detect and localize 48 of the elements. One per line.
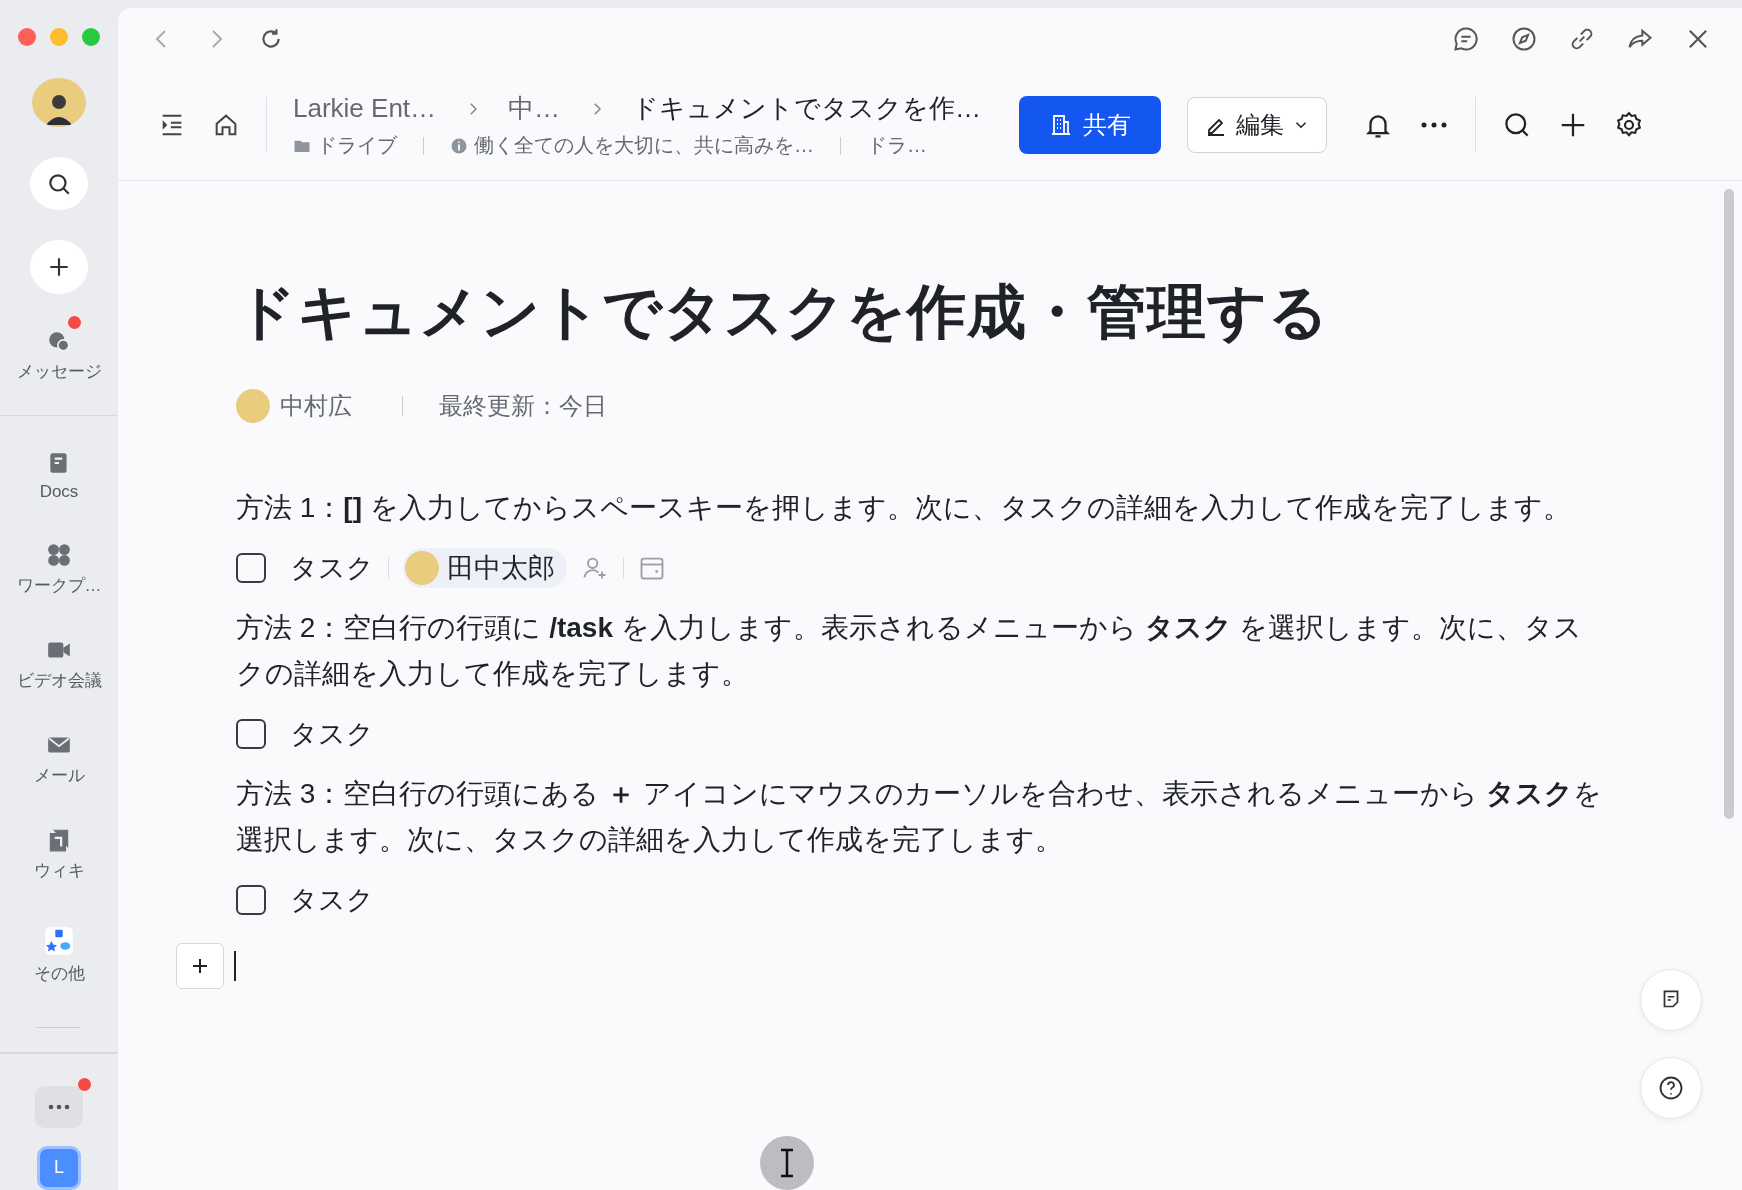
add-button[interactable] [30,240,88,294]
document-title: ドキュメントでタスクを作成・管理する [236,278,1330,347]
app-tile[interactable]: L [37,1146,81,1190]
location-link[interactable]: 働く全ての人を大切に、共に高みを… [474,132,814,159]
sidebar-item[interactable]: ウィキ [7,809,111,889]
more-button[interactable] [35,1086,83,1128]
close-window-icon[interactable] [18,28,36,46]
author-name[interactable]: 中村広 [280,390,352,422]
compass-icon[interactable] [1510,25,1538,53]
breadcrumb-link[interactable]: ドキュメントでタスクを作… [632,91,982,126]
sidebar-item[interactable]: メッセージ [7,309,111,389]
info-icon [450,136,468,155]
paragraph: 方法 3：空白行の行頭にある ＋ アイコンにマウスのカーソルを合わせ、表示されるメニューから タスクを選択します。次に、タスクの詳細を入力して作成を完了します。 [236,777,1603,857]
building-icon [1049,113,1073,137]
add-block-button[interactable] [176,943,224,989]
task-label: タスク [290,884,374,917]
sidebar-item[interactable]: ワークプ… [7,524,111,604]
task-checkbox[interactable] [236,719,266,749]
apps-icon [44,926,74,957]
avatar[interactable] [32,78,86,128]
text-cursor-icon [760,1136,814,1190]
task-checkbox[interactable] [236,553,266,583]
scrollbar[interactable] [1724,189,1734,819]
share-button[interactable]: 共有 [1019,96,1161,154]
assignee-chip[interactable]: 田中太郎 [403,548,567,588]
search-button[interactable] [30,157,88,211]
sidebar-item[interactable]: メール [7,714,111,794]
sidebar-item[interactable]: その他 [7,908,111,992]
breadcrumb-link[interactable]: 中… [508,91,561,126]
edit-mode-dropdown[interactable]: 編集 [1187,97,1327,153]
sidebar-item[interactable]: Docs [7,432,111,509]
task-checkbox[interactable] [236,885,266,915]
paragraph: 方法 1：[] を入力してからスペースキーを押します。次に、タスクの詳細を入力して作成を完了します。 [236,491,1572,525]
text-cursor [234,951,236,981]
sidebar-item[interactable]: ビデオ会議 [7,619,111,699]
task-label: タスク [290,718,374,751]
location-link[interactable]: ドラ… [867,132,927,159]
avatar [236,389,270,423]
breadcrumb-link[interactable]: Larkie Ent… [293,93,437,124]
location-link[interactable]: ドライブ [317,132,397,159]
comment-icon[interactable] [1452,25,1480,53]
more-icon[interactable] [1419,120,1449,130]
paragraph: 方法 2：空白行の行頭に /task を入力します。表示されるメニューから タスク を選択します。次に、タスクの詳細を入力して作成を完了します。 [236,611,1584,691]
grid-icon [46,542,72,569]
task-label: タスク [290,552,374,585]
last-updated: 最終更新：今日 [439,391,607,421]
help-icon [1657,1074,1685,1102]
more-icon [46,1103,72,1111]
